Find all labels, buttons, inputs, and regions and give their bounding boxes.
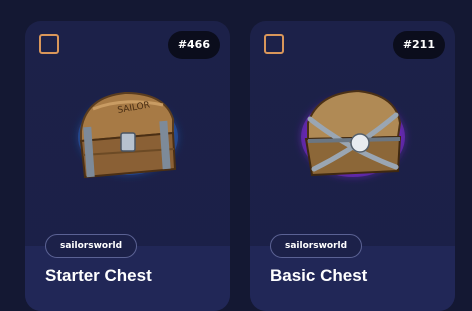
item-id-badge: #211 [392,31,445,59]
select-checkbox[interactable] [39,34,59,54]
item-card-basic-chest[interactable]: #211 sailorsworld Basic Chest [250,21,455,311]
item-title: Starter Chest [45,266,152,285]
item-title: Basic Chest [270,266,368,285]
creator-tag[interactable]: sailorsworld [270,234,363,258]
chained-chest-icon [301,89,405,177]
select-checkbox[interactable] [264,34,284,54]
item-card-starter-chest[interactable]: #466 SAILOR sailorsworld Starter Chest [25,21,230,311]
treasure-chest-icon: SAILOR [78,91,178,179]
creator-tag[interactable]: sailorsworld [45,234,138,258]
item-id-badge: #466 [167,31,220,59]
